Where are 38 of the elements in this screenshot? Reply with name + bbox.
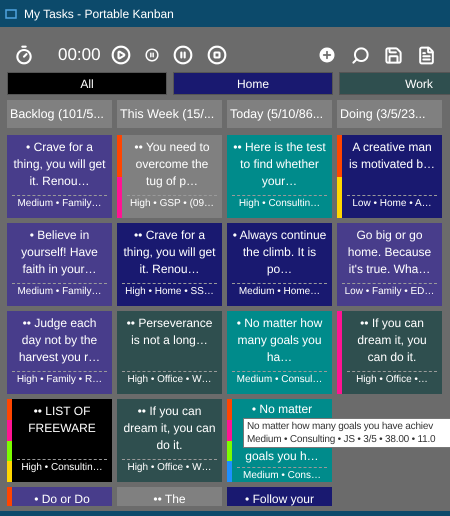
card-details: High • Office •… xyxy=(355,374,429,385)
card-title: •• If you can dream it, you can do it. xyxy=(356,315,428,366)
card-details: High • Office • W… xyxy=(126,462,213,473)
card-title: •• The xyxy=(152,491,187,506)
card-title: •• If you can dream it, you can do it. xyxy=(122,403,217,454)
card-title: • Always continue the climb. It is po… xyxy=(232,227,327,278)
card-details: Medium • Cons… xyxy=(242,470,322,481)
card-title: • Do or Do xyxy=(33,491,91,506)
card-title: • Crave for a thing, you will get it. Renou… xyxy=(12,139,107,190)
card-title: A creative man is motivated b… xyxy=(348,139,436,173)
card-details: High • Family • R… xyxy=(16,374,104,385)
card-title: •• LIST OF FREEWARE xyxy=(27,403,97,437)
window-title: My Tasks - Portable Kanban xyxy=(24,6,174,20)
card-title: •• You need to overcome the tug of p… xyxy=(133,139,211,190)
timer-display: 00:00 xyxy=(58,45,101,65)
card-details: Medium • Home… xyxy=(238,286,322,297)
card-title: • Believe in yourself! Have faith in your… xyxy=(20,227,99,278)
card-title: • No matter how many goals you ha… xyxy=(236,315,324,366)
card-details: High • Consultin… xyxy=(20,462,104,473)
card-details: Low • Family • ED… xyxy=(344,286,436,297)
card-title: •• Judge each day not by the harvest you r… xyxy=(18,315,102,366)
card-title: • No matter xyxy=(250,401,314,418)
card-details: Medium • Family… xyxy=(16,198,103,209)
card-details: Medium • Consul… xyxy=(236,374,324,385)
card-title: •• Here is the test to find whether your… xyxy=(232,139,327,190)
card-details: Medium • Family… xyxy=(16,286,103,297)
tooltip-line: No matter how many goals you have achiev xyxy=(247,420,434,433)
card-title: •• Perseverance is not a long… xyxy=(126,315,214,349)
card-title: goals you h… xyxy=(244,448,320,465)
card-details: High • Home • SS… xyxy=(124,286,215,297)
card-details: High • Office • W… xyxy=(126,374,213,385)
card-details: Low • Home • A… xyxy=(351,198,433,209)
card-title: Go big or go home. Because it's true. Wha… xyxy=(346,227,432,278)
card-title: • Follow your xyxy=(244,491,315,506)
card-title: •• Crave for a thing, you will get it. Renou… xyxy=(122,227,217,278)
card-details: High • GSP • (09… xyxy=(128,198,216,209)
card-details: High • Consultin… xyxy=(238,198,322,209)
tooltip-line: Medium • Consulting • JS • 3/5 • 38.00 • 11.0 xyxy=(247,433,436,446)
